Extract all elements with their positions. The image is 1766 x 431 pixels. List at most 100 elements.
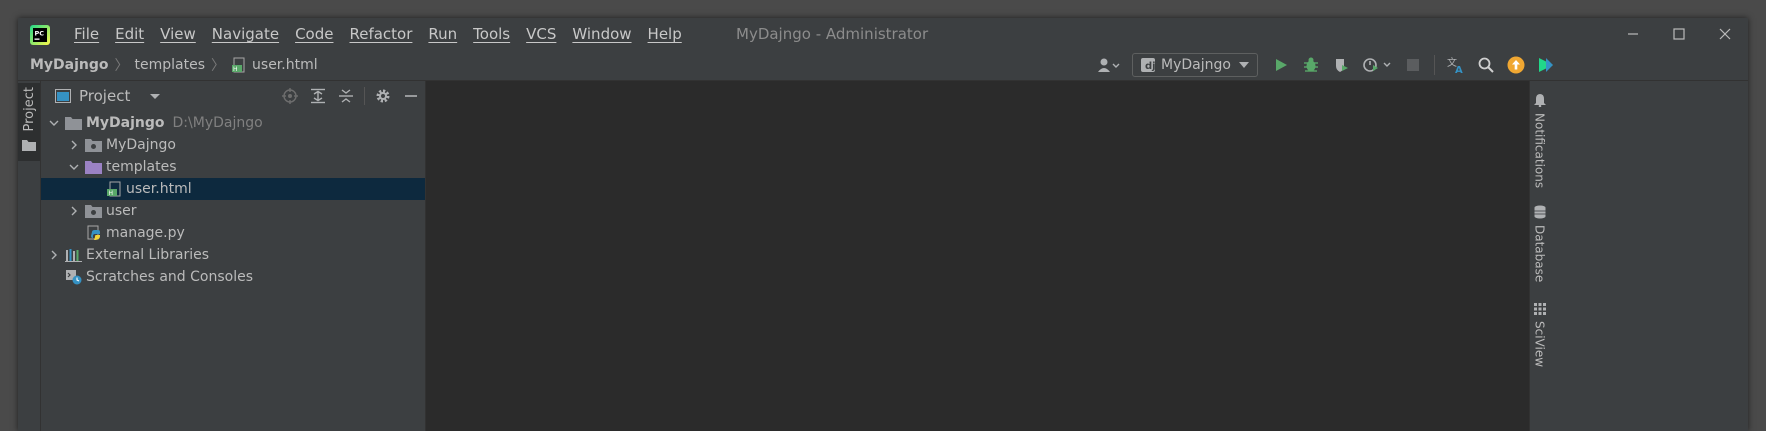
menu-vcs[interactable]: VCS	[518, 25, 564, 43]
project-panel: Project MyDajngo D:\MyDajngo MyDajngo te…	[41, 81, 426, 431]
tree-path-hint: D:\MyDajngo	[172, 115, 263, 131]
breadcrumb: MyDajngo 〉 templates 〉 H user.html	[30, 50, 318, 80]
panel-tools-divider	[364, 87, 365, 105]
right-tool-strip: Notifications Database SciView	[1529, 81, 1549, 431]
menu-help[interactable]: Help	[640, 25, 690, 43]
tree-label: manage.py	[106, 225, 185, 241]
sciview-icon	[1533, 303, 1546, 315]
title-bar: PC File Edit View Navigate Code Refactor…	[18, 18, 1748, 50]
database-label: Database	[1532, 225, 1547, 283]
debug-button[interactable]	[1297, 51, 1325, 79]
tree-item-templates[interactable]: templates	[41, 156, 425, 178]
breadcrumb-file[interactable]: user.html	[252, 57, 318, 73]
menu-view[interactable]: View	[152, 25, 204, 43]
stop-button[interactable]	[1399, 51, 1427, 79]
menu-code[interactable]: Code	[287, 25, 341, 43]
editor-area[interactable]	[426, 81, 1529, 431]
tree-label: MyDajngo	[106, 137, 176, 153]
run-button[interactable]	[1267, 51, 1295, 79]
tree-item-user[interactable]: user	[41, 200, 425, 222]
navigation-bar: MyDajngo 〉 templates 〉 H user.html dj My…	[18, 50, 1748, 81]
tree-label: Scratches and Consoles	[86, 269, 253, 285]
breadcrumb-separator: 〉	[211, 58, 226, 74]
database-icon	[1534, 205, 1546, 219]
menu-window[interactable]: Window	[564, 25, 639, 43]
templates-folder-icon	[85, 159, 102, 175]
expand-all-icon[interactable]	[304, 82, 332, 110]
sciview-tool-tab[interactable]: SciView	[1530, 303, 1549, 367]
menu-bar: File Edit View Navigate Code Refactor Ru…	[66, 18, 690, 50]
package-folder-icon	[85, 203, 102, 219]
menu-edit[interactable]: Edit	[107, 25, 152, 43]
tree-label: user.html	[126, 181, 192, 197]
sciview-label: SciView	[1532, 321, 1547, 368]
package-folder-icon	[85, 137, 102, 153]
update-icon[interactable]	[1502, 51, 1530, 79]
tree-item-manage-py[interactable]: manage.py	[41, 222, 425, 244]
main-toolbar: dj MyDajngo 文 A	[1090, 50, 1561, 80]
tree-label: user	[106, 203, 137, 219]
profile-button[interactable]	[1357, 51, 1397, 79]
menu-refactor[interactable]: Refactor	[341, 25, 420, 43]
breadcrumb-separator: 〉	[114, 58, 129, 74]
bell-icon	[1533, 93, 1546, 107]
tree-item-user-html[interactable]: H user.html	[41, 178, 425, 200]
tree-item-scratches[interactable]: Scratches and Consoles	[41, 266, 425, 288]
chevron-down-icon[interactable]	[47, 116, 61, 130]
tree-item-root[interactable]: MyDajngo D:\MyDajngo	[41, 112, 425, 134]
database-tool-tab[interactable]: Database	[1530, 205, 1549, 282]
project-panel-title[interactable]: Project	[79, 87, 130, 105]
ide-window: PC File Edit View Navigate Code Refactor…	[18, 18, 1748, 431]
chevron-down-icon	[1238, 61, 1249, 69]
folder-icon	[22, 139, 36, 152]
run-configuration-selector[interactable]: dj MyDajngo	[1132, 53, 1258, 77]
chevron-right-icon[interactable]	[67, 204, 81, 218]
project-tool-tab[interactable]: Project	[18, 83, 40, 161]
toolbar-divider	[1433, 55, 1435, 75]
translate-icon[interactable]: 文A	[1442, 51, 1470, 79]
html-file-icon: H	[105, 181, 122, 197]
tree-item-external-libraries[interactable]: External Libraries	[41, 244, 425, 266]
scratches-icon	[65, 269, 82, 285]
close-button[interactable]	[1702, 18, 1748, 50]
run-config-label: MyDajngo	[1161, 57, 1231, 73]
project-view-icon	[55, 89, 71, 103]
chevron-right-icon[interactable]	[47, 248, 61, 262]
minimize-button[interactable]	[1610, 18, 1656, 50]
tree-item-mydajngo[interactable]: MyDajngo	[41, 134, 425, 156]
maximize-button[interactable]	[1656, 18, 1702, 50]
chevron-down-icon[interactable]	[150, 93, 161, 100]
hide-panel-icon[interactable]	[397, 82, 425, 110]
menu-file[interactable]: File	[66, 25, 107, 43]
svg-text:H: H	[233, 66, 238, 73]
svg-text:PC: PC	[35, 30, 45, 38]
search-icon[interactable]	[1472, 51, 1500, 79]
chevron-down-icon[interactable]	[67, 160, 81, 174]
menu-run[interactable]: Run	[420, 25, 465, 43]
menu-navigate[interactable]: Navigate	[204, 25, 287, 43]
project-tree: MyDajngo D:\MyDajngo MyDajngo templates …	[41, 112, 425, 288]
notifications-tool-tab[interactable]: Notifications	[1530, 93, 1549, 188]
chevron-right-icon[interactable]	[67, 138, 81, 152]
svg-text:A: A	[1455, 65, 1463, 74]
window-title: MyDajngo - Administrator	[736, 25, 929, 43]
django-icon: dj	[1141, 58, 1155, 72]
project-panel-tools	[276, 81, 425, 111]
project-panel-header: Project	[41, 81, 425, 111]
locate-file-icon[interactable]	[276, 82, 304, 110]
coverage-button[interactable]	[1327, 51, 1355, 79]
project-tab-label: Project	[21, 87, 37, 132]
notifications-label: Notifications	[1532, 113, 1547, 189]
gear-icon[interactable]	[369, 82, 397, 110]
vcs-user-icon[interactable]	[1091, 51, 1127, 79]
svg-text:H: H	[108, 190, 113, 197]
breadcrumb-project[interactable]: MyDajngo	[30, 57, 109, 73]
left-tool-strip: Project	[18, 81, 41, 431]
tree-label: MyDajngo	[86, 115, 165, 131]
collapse-all-icon[interactable]	[332, 82, 360, 110]
breadcrumb-templates[interactable]: templates	[135, 57, 206, 73]
tree-label: templates	[106, 159, 177, 175]
menu-tools[interactable]: Tools	[465, 25, 518, 43]
code-with-me-icon[interactable]	[1532, 51, 1560, 79]
html-file-icon: H	[231, 57, 247, 73]
